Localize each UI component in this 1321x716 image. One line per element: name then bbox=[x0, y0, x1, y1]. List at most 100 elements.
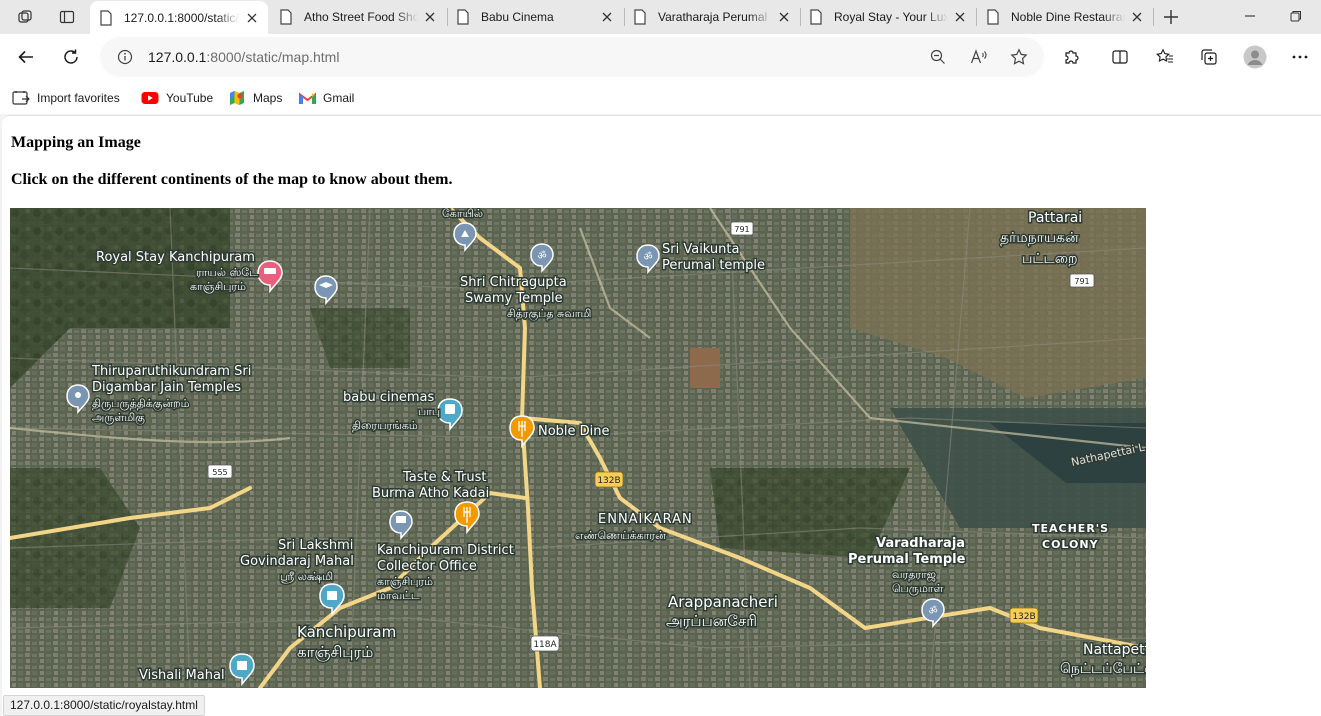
info-icon[interactable] bbox=[113, 45, 137, 69]
split-screen-button[interactable] bbox=[1104, 41, 1136, 73]
page-icon bbox=[278, 9, 294, 25]
place-label-arappanacheri: Arappanacheri bbox=[668, 593, 778, 611]
place-label-nattapettai: Nattapettai bbox=[1083, 642, 1146, 658]
favorites-bar: Import favorites YouTube Maps Gmail bbox=[0, 80, 1321, 114]
place-label-tamil: நெட்டப்பேட்டை bbox=[1060, 661, 1146, 677]
place-label-tamil: காஞ்சிபுரம் bbox=[377, 575, 433, 588]
address-bar[interactable]: 127.0.0.1:8000/static/map.html bbox=[100, 37, 1044, 77]
road-number: 132B bbox=[1012, 612, 1035, 622]
status-bar-url: 127.0.0.1:8000/static/royalstay.html bbox=[3, 695, 205, 716]
place-label-tamil: சித்ரகுப்த சுவாமி bbox=[507, 307, 591, 322]
place-label-tamil: தர்மநாயகன் bbox=[1000, 230, 1079, 246]
road-number: 118A bbox=[533, 640, 557, 650]
close-icon[interactable] bbox=[952, 9, 968, 25]
maps-icon bbox=[228, 89, 246, 107]
tab-babu[interactable]: Babu Cinema bbox=[447, 2, 623, 32]
tab-map[interactable]: 127.0.0.1:8000/static/map.html bbox=[90, 1, 268, 34]
place-label-tamil: அரப்பனசேரி bbox=[666, 612, 757, 630]
favorite-button[interactable] bbox=[1007, 45, 1031, 69]
restore-icon bbox=[1290, 11, 1301, 22]
open-ground bbox=[690, 348, 720, 388]
place-label-tamil: எண்ணெய்க்காரன் bbox=[575, 529, 666, 542]
place-label-chitragupta: Swamy Temple bbox=[465, 291, 563, 306]
svg-text:ॐ: ॐ bbox=[537, 250, 546, 262]
place-label-tamil: மாவட்ட bbox=[377, 589, 420, 602]
place-label-pattarai: Pattarai bbox=[1028, 210, 1082, 226]
place-label-tamil: ஸ்ரீ லக்ஷ்மி bbox=[280, 570, 333, 583]
more-icon bbox=[1292, 55, 1308, 59]
tab-title: Royal Stay - Your Luxury Stay bbox=[834, 10, 948, 24]
new-tab-button[interactable] bbox=[1156, 4, 1186, 30]
bookmark-label: Gmail bbox=[323, 91, 355, 105]
refresh-button[interactable] bbox=[55, 41, 87, 73]
road-number: 555 bbox=[212, 468, 227, 477]
minimize-icon bbox=[1245, 15, 1255, 17]
tab-title: Varatharaja Perumal Temple bbox=[658, 10, 772, 24]
svg-text:ॐ: ॐ bbox=[928, 605, 937, 617]
tab-atho[interactable]: Atho Street Food Shop bbox=[270, 2, 446, 32]
back-button[interactable] bbox=[10, 41, 42, 73]
address-text[interactable]: 127.0.0.1:8000/static/map.html bbox=[148, 49, 339, 65]
place-label-lakshmi-mahal: Govindaraj Mahal bbox=[240, 554, 354, 569]
close-icon[interactable] bbox=[776, 9, 792, 25]
close-icon[interactable] bbox=[244, 10, 260, 26]
tab-noble-dine[interactable]: Noble Dine Restaurant bbox=[977, 2, 1153, 32]
import-icon bbox=[12, 89, 30, 107]
place-label-tamil: திரையரங்கம் bbox=[352, 419, 418, 432]
restore-button[interactable] bbox=[1273, 0, 1319, 32]
place-label-royal-stay: Royal Stay Kanchipuram bbox=[96, 250, 255, 265]
road-number: 132B bbox=[597, 476, 620, 486]
settings-menu-button[interactable] bbox=[1284, 41, 1316, 73]
place-label-collector-office: Kanchipuram District bbox=[377, 543, 514, 558]
tab-title: Atho Street Food Shop bbox=[304, 10, 418, 24]
place-label-tamil: பெருமாள் bbox=[892, 582, 944, 595]
favorites-button[interactable] bbox=[1149, 41, 1181, 73]
star-icon bbox=[1010, 48, 1028, 65]
place-label-vaikunta: Perumal temple bbox=[662, 258, 765, 273]
place-label-varadharaja-temple: Varadharaja bbox=[876, 536, 965, 551]
svg-text:ॐ: ॐ bbox=[643, 251, 652, 263]
place-label-babu-cinemas: babu cinemas bbox=[343, 390, 434, 405]
tab-actions-button[interactable] bbox=[52, 4, 82, 30]
close-icon[interactable] bbox=[599, 9, 615, 25]
road-number: 791 bbox=[1074, 277, 1089, 286]
tab-royal-stay[interactable]: Royal Stay - Your Luxury Stay bbox=[800, 2, 976, 32]
page-instruction: Click on the different continents of the… bbox=[11, 171, 453, 188]
bookmark-youtube[interactable]: YouTube bbox=[141, 88, 213, 108]
zoom-out-button[interactable] bbox=[926, 45, 950, 69]
tab-title: Babu Cinema bbox=[481, 10, 554, 24]
bookmark-gmail[interactable]: Gmail bbox=[298, 88, 354, 108]
tab-title: Noble Dine Restaurant bbox=[1011, 10, 1125, 24]
close-icon[interactable] bbox=[422, 9, 438, 25]
place-label-tamil: ராயல் ஸ்டே bbox=[196, 266, 258, 279]
refresh-icon bbox=[64, 49, 78, 64]
image-map[interactable]: 791 791 555 132B 132B 118A ॐ ॐ ॐ கோயில் … bbox=[10, 208, 1146, 688]
bookmark-maps[interactable]: Maps bbox=[228, 88, 282, 108]
close-icon[interactable] bbox=[1129, 9, 1145, 25]
extensions-button[interactable] bbox=[1056, 41, 1088, 73]
workspaces-icon bbox=[18, 10, 32, 23]
place-label-teachers-colony: COLONY bbox=[1042, 538, 1099, 551]
road-number: 791 bbox=[734, 225, 749, 234]
place-label-chitragupta: Shri Chitragupta bbox=[460, 275, 567, 290]
place-label-vishali-mahal: Vishali Mahal bbox=[139, 668, 225, 683]
bookmark-import-favorites[interactable]: Import favorites bbox=[12, 88, 120, 108]
plus-icon bbox=[1164, 10, 1178, 24]
place-label-lakshmi-mahal: Sri Lakshmi bbox=[278, 538, 353, 553]
collections-button[interactable] bbox=[1193, 41, 1225, 73]
page-viewport: Mapping an Image Click on the different … bbox=[2, 115, 1321, 716]
place-label-tamil: பட்டறை bbox=[1022, 251, 1077, 267]
page-icon bbox=[98, 9, 114, 26]
avatar-icon bbox=[1243, 45, 1267, 69]
minimize-button[interactable] bbox=[1227, 0, 1273, 32]
place-label-tamil: பாபு bbox=[418, 405, 440, 418]
collections-icon bbox=[1201, 49, 1217, 65]
workspaces-button[interactable] bbox=[10, 4, 40, 30]
tab-varatharaja[interactable]: Varatharaja Perumal Temple bbox=[624, 2, 800, 32]
place-label-teachers-colony: TEACHER'S bbox=[1032, 522, 1109, 535]
page-icon bbox=[985, 9, 1001, 25]
read-aloud-button[interactable] bbox=[967, 45, 991, 69]
place-label-noble-dine: Noble Dine bbox=[538, 424, 610, 439]
profile-button[interactable] bbox=[1239, 41, 1271, 73]
place-label-tamil: திருபருத்திக்குன்றம் bbox=[92, 397, 190, 412]
